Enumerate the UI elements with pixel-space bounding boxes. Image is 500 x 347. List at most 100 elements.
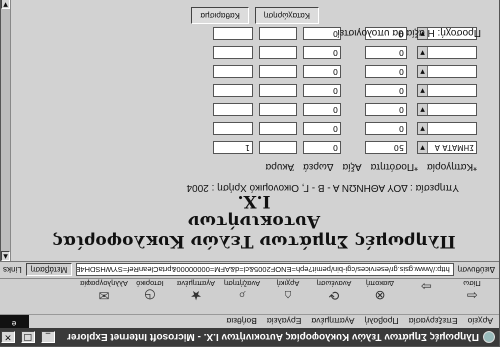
column-quantity: *Ποσότητα	[370, 161, 418, 172]
dropdown-arrow-icon[interactable]: ▼	[418, 123, 428, 134]
forward-button[interactable]: ⇨	[405, 279, 447, 311]
refresh-label: Ανανέωση	[316, 279, 352, 288]
category-select[interactable]: ▼	[417, 84, 477, 97]
quantity-field[interactable]: 50	[365, 141, 407, 154]
dropdown-arrow-icon[interactable]: ▼	[418, 104, 428, 115]
home-icon: ⌂	[284, 288, 292, 303]
dropdown-arrow-icon[interactable]: ▼	[418, 47, 428, 58]
stop-button[interactable]: ⊗ Διακοπή	[359, 279, 401, 311]
menu-file[interactable]: Αρχείο	[468, 317, 493, 327]
address-label: Διεύθυνση	[457, 265, 495, 275]
donation-field[interactable]	[259, 103, 297, 116]
value-field[interactable]: 0	[303, 46, 341, 59]
favorites-icon: ★	[190, 288, 202, 303]
void-field[interactable]	[213, 84, 253, 97]
stop-label: Διακοπή	[365, 279, 395, 288]
quantity-field[interactable]: 0	[365, 65, 407, 78]
donation-field[interactable]	[259, 141, 297, 154]
quantity-field[interactable]: 0	[365, 84, 407, 97]
links-button[interactable]: Links	[3, 266, 22, 275]
search-icon: ⌕	[238, 288, 246, 303]
donation-field[interactable]	[259, 84, 297, 97]
page-title-line1: Πληρωμές Σημάτων Τελών Κυκλοφορίας Αυτοκ…	[52, 211, 456, 251]
void-field[interactable]	[213, 122, 253, 135]
back-button[interactable]: ⇦ Πίσω	[451, 279, 493, 311]
quantity-field[interactable]: 0	[365, 46, 407, 59]
submit-button[interactable]: Καταχώρηση	[254, 7, 319, 24]
address-input[interactable]: http://www.gsis.gr/eservices/cgi-bin/pem…	[76, 263, 454, 277]
page-content: Πληρωμές Σημάτων Τελών Κυκλοφορίας Αυτοκ…	[9, 0, 499, 261]
quantity-field[interactable]: 0	[365, 103, 407, 116]
void-field[interactable]	[213, 46, 253, 59]
favorites-label: Αγαπημένα	[176, 279, 216, 288]
favorites-button[interactable]: ★ Αγαπημένα	[175, 279, 217, 311]
value-field[interactable]: 0	[303, 122, 341, 135]
column-category: *Κατηγορία	[427, 161, 477, 172]
table-row: ▼ 0 0	[189, 81, 477, 100]
search-button[interactable]: ⌕ Αναζήτηση	[221, 279, 263, 311]
search-label: Αναζήτηση	[223, 279, 261, 288]
void-field[interactable]: 1	[213, 141, 253, 154]
quantity-field[interactable]: 0	[365, 122, 407, 135]
category-value: ΣΗΜΑΤΑ Α	[434, 143, 474, 152]
vertical-scrollbar[interactable]: ▲ ▼	[1, 0, 11, 261]
scroll-up-icon[interactable]: ▲	[1, 251, 10, 261]
home-button[interactable]: ⌂ Αρχική	[267, 279, 309, 311]
dropdown-arrow-icon[interactable]: ▼	[418, 142, 428, 153]
column-donation: Δωρεά	[303, 161, 334, 172]
ie-logo-icon	[483, 331, 495, 343]
page-title-line2: Ι.Χ.	[237, 191, 271, 211]
menu-view[interactable]: Προβολή	[365, 317, 399, 327]
value-field[interactable]: 0	[303, 84, 341, 97]
value-field[interactable]: 0	[303, 103, 341, 116]
menu-help[interactable]: Βοήθεια	[226, 317, 256, 327]
scroll-down-icon[interactable]: ▼	[1, 0, 10, 9]
table-header: *Κατηγορία *Ποσότητα Αξία Δωρεά Άκυρα	[256, 161, 477, 172]
history-button[interactable]: ◷ Ιστορικό	[129, 279, 171, 311]
table-row: ▼ 0 0	[189, 62, 477, 81]
donation-field[interactable]	[259, 65, 297, 78]
column-void: Άκυρα	[265, 161, 295, 172]
title-bar: Πληρωμές Σημάτων Τελών Κυκλοφορίας Αυτοκ…	[0, 328, 499, 346]
void-field[interactable]	[213, 103, 253, 116]
clear-button[interactable]: Καθαρισμα	[191, 7, 249, 24]
page-title: Πληρωμές Σημάτων Τελών Κυκλοφορίας Αυτοκ…	[9, 191, 499, 251]
dropdown-arrow-icon[interactable]: ▼	[418, 85, 428, 96]
warning-text: Προσοχή: Η αξία θα υπολογιστεί	[337, 27, 482, 38]
category-select[interactable]: ▼	[417, 122, 477, 135]
ie-throbber-icon: e	[0, 315, 29, 328]
maximize-button[interactable]: □	[21, 331, 35, 343]
value-field[interactable]: 0	[303, 65, 341, 78]
menu-tools[interactable]: Εργαλεία	[267, 317, 302, 327]
category-select[interactable]: ▼	[417, 46, 477, 59]
refresh-button[interactable]: ⟳ Ανανέωση	[313, 279, 355, 311]
back-arrow-icon: ⇦	[466, 288, 478, 303]
donation-field[interactable]	[259, 122, 297, 135]
category-select[interactable]: ▼	[417, 65, 477, 78]
close-button[interactable]: ×	[1, 331, 15, 343]
void-field[interactable]	[213, 27, 253, 40]
stop-icon: ⊗	[374, 288, 386, 303]
window-title: Πληρωμές Σημάτων Τελών Κυκλοφορίας Αυτοκ…	[67, 331, 479, 343]
forward-arrow-icon: ⇨	[420, 279, 432, 294]
value-field[interactable]: 0	[303, 27, 341, 40]
category-select[interactable]: ΣΗΜΑΤΑ Α ▼	[417, 141, 477, 154]
category-select[interactable]: ▼	[417, 103, 477, 116]
donation-field[interactable]	[259, 46, 297, 59]
refresh-icon: ⟳	[328, 288, 340, 303]
minimize-button[interactable]: _	[41, 331, 55, 343]
menu-edit[interactable]: Επεξεργασία	[409, 317, 458, 327]
action-buttons: Καταχώρηση Καθαρισμα	[191, 7, 319, 24]
menu-favorites[interactable]: Αγαπημένα	[311, 317, 354, 327]
dropdown-arrow-icon[interactable]: ▼	[418, 66, 428, 77]
void-field[interactable]	[213, 65, 253, 78]
value-field[interactable]: 0	[303, 141, 341, 154]
rotated-screenshot: Πληρωμές Σημάτων Τελών Κυκλοφορίας Αυτοκ…	[0, 0, 500, 347]
table-row: ▼ 0 0	[189, 43, 477, 62]
toolbar: ⇦ Πίσω ⇨ ⊗ Διακοπή ⟳ Ανανέωση ⌂ Αρχική ⌕…	[0, 278, 499, 314]
mail-button[interactable]: ✉ Αλληλογραφία	[80, 279, 128, 311]
donation-field[interactable]	[259, 27, 297, 40]
go-button[interactable]: Μετάβαση	[25, 263, 73, 277]
mail-label: Αλληλογραφία	[80, 279, 128, 288]
home-label: Αρχική	[276, 279, 300, 288]
